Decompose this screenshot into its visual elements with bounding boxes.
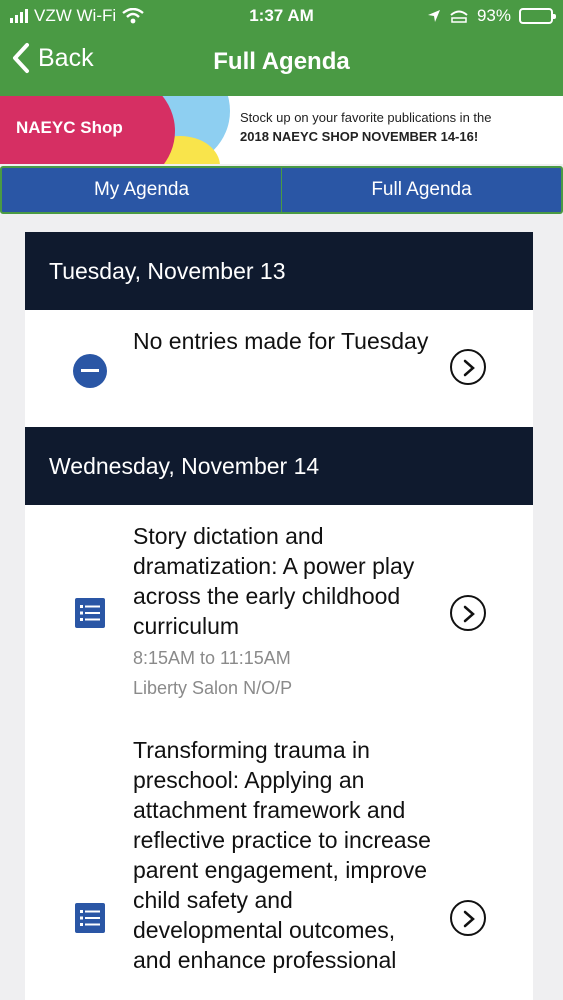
tab-full-agenda[interactable]: Full Agenda	[281, 168, 561, 212]
battery-icon	[519, 8, 556, 24]
banner-promo-line1: Stock up on your favorite publications i…	[240, 110, 492, 125]
entry-title: Story dictation and dramatization: A pow…	[133, 523, 415, 639]
banner-promo-line2: 2018 NAEYC SHOP NOVEMBER 14-16!	[240, 129, 479, 144]
list-icon	[75, 903, 105, 933]
list-item[interactable]: Story dictation and dramatization: A pow…	[25, 505, 533, 715]
status-right: 93%	[427, 6, 556, 26]
page-title: Full Agenda	[213, 48, 350, 75]
day-header: Wednesday, November 14	[25, 427, 533, 505]
chevron-right-icon[interactable]	[450, 595, 486, 631]
list-item[interactable]: No entries made for Tuesday	[25, 310, 533, 428]
shop-banner[interactable]: NAEYC Shop Stock up on your favorite pub…	[0, 96, 563, 164]
status-bar: VZW Wi-Fi 1:37 AM 93%	[0, 0, 563, 32]
day-header: Tuesday, November 13	[25, 232, 533, 310]
top-bar: VZW Wi-Fi 1:37 AM 93% Back Full Agenda	[0, 0, 563, 96]
agenda-tabs: My Agenda Full Agenda	[0, 166, 563, 214]
entry-location: Liberty Salon N/O/P	[133, 678, 293, 698]
location-icon	[427, 10, 440, 22]
entry-title: Transforming trauma in preschool: Applyi…	[133, 737, 431, 973]
tty-icon	[450, 10, 468, 23]
battery-percent: 93%	[476, 6, 511, 25]
no-entries-icon	[73, 354, 107, 388]
list-item[interactable]: Transforming trauma in preschool: Applyi…	[25, 715, 533, 1000]
agenda-list: Tuesday, November 13 No entries made for…	[25, 232, 533, 1000]
entry-title: No entries made for Tuesday	[133, 328, 429, 354]
chevron-right-icon[interactable]	[450, 900, 486, 936]
entry-time: 8:15AM to 11:15AM	[133, 648, 291, 668]
tab-my-agenda[interactable]: My Agenda	[2, 168, 281, 212]
banner-shop-label: NAEYC Shop	[16, 118, 123, 137]
list-icon	[75, 598, 105, 628]
chevron-right-icon[interactable]	[450, 349, 486, 385]
